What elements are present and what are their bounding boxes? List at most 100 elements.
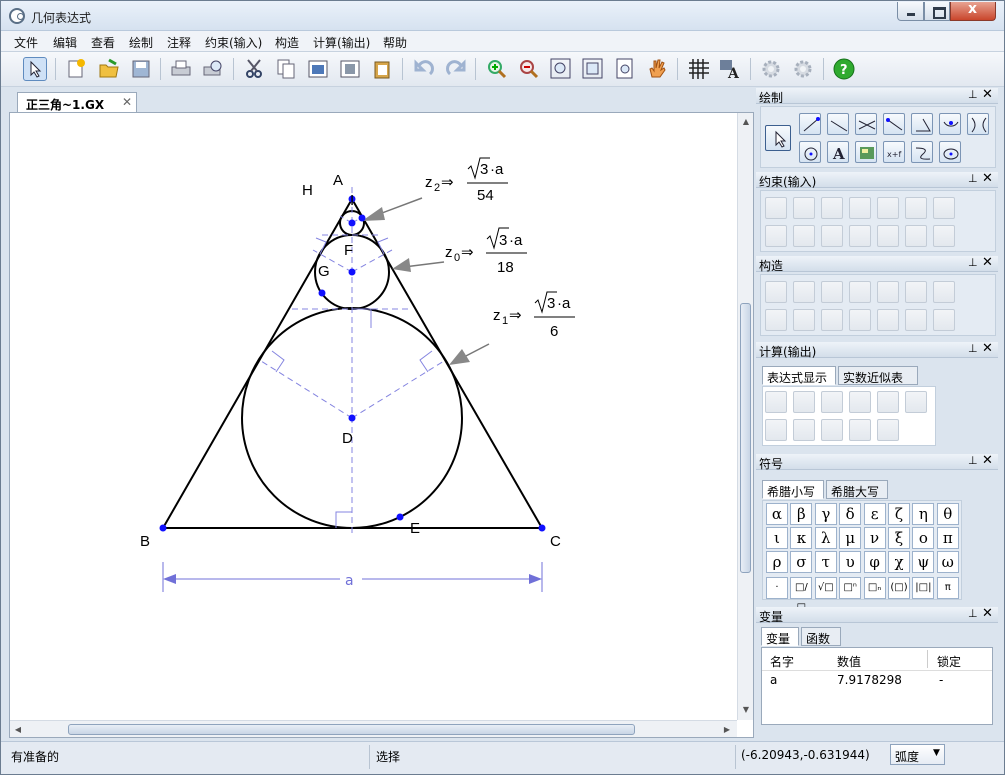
- greek-letter-button[interactable]: χ: [888, 551, 910, 573]
- zoom-fit-button[interactable]: [581, 57, 605, 81]
- menu-construct[interactable]: 构造: [275, 34, 299, 51]
- panel-close-icon[interactable]: ✕: [982, 171, 993, 186]
- zoom-in-button[interactable]: [485, 57, 509, 81]
- maximize-button[interactable]: [924, 2, 950, 21]
- draw-text-button[interactable]: A: [827, 141, 849, 163]
- tab-expression[interactable]: 表达式显示: [762, 366, 836, 385]
- constrain-tool-5[interactable]: [877, 197, 899, 219]
- vertical-scrollbar[interactable]: ▲ ▼: [737, 113, 753, 720]
- greek-letter-button[interactable]: ξ: [888, 527, 910, 549]
- paste-button[interactable]: [370, 57, 394, 81]
- draw-image-button[interactable]: [855, 141, 877, 163]
- construct-tool-13[interactable]: [905, 309, 927, 331]
- greek-letter-button[interactable]: ζ: [888, 503, 910, 525]
- panel-close-icon[interactable]: ✕: [982, 87, 993, 102]
- construct-tool-9[interactable]: [793, 309, 815, 331]
- construct-tool-2[interactable]: [793, 281, 815, 303]
- constrain-tool-3[interactable]: [821, 197, 843, 219]
- calc-tool-4[interactable]: [849, 391, 871, 413]
- greek-letter-button[interactable]: θ: [936, 503, 959, 525]
- zoom-page-button[interactable]: [613, 57, 637, 81]
- close-window-button[interactable]: x: [950, 1, 996, 21]
- greek-letter-button[interactable]: φ: [863, 551, 886, 573]
- constrain-tool-8[interactable]: [765, 225, 787, 247]
- menu-annotate[interactable]: 注释: [167, 34, 191, 51]
- draw-ray-button[interactable]: [855, 113, 877, 135]
- open-file-button[interactable]: [97, 57, 121, 81]
- draw-point-button[interactable]: [799, 113, 821, 135]
- constrain-tool-1[interactable]: [765, 197, 787, 219]
- greek-letter-button[interactable]: η: [912, 503, 935, 525]
- pin-icon[interactable]: ⊥: [968, 454, 978, 467]
- construct-tool-4[interactable]: [849, 281, 871, 303]
- greek-letter-button[interactable]: υ: [839, 551, 862, 573]
- construct-tool-3[interactable]: [821, 281, 843, 303]
- construct-tool-5[interactable]: [877, 281, 899, 303]
- menu-file[interactable]: 文件: [14, 34, 38, 51]
- construct-tool-1[interactable]: [765, 281, 787, 303]
- draw-arc-button[interactable]: [939, 113, 961, 135]
- new-file-button[interactable]: [64, 57, 88, 81]
- zoom-out-button[interactable]: [517, 57, 541, 81]
- save-button[interactable]: [129, 57, 153, 81]
- greek-letter-button[interactable]: λ: [814, 527, 837, 549]
- options-button[interactable]: [791, 57, 815, 81]
- scroll-down-icon[interactable]: ▼: [741, 705, 751, 715]
- copy-special-button[interactable]: [338, 57, 362, 81]
- math-operator-button[interactable]: |□|: [912, 577, 935, 599]
- calc-tool-10[interactable]: [849, 419, 871, 441]
- calc-tool-7[interactable]: [765, 419, 787, 441]
- constrain-tool-12[interactable]: [877, 225, 899, 247]
- math-operator-button[interactable]: □/□: [790, 577, 813, 613]
- redo-button[interactable]: [444, 57, 468, 81]
- cut-button[interactable]: [243, 57, 267, 81]
- greek-letter-button[interactable]: μ: [839, 527, 862, 549]
- pan-button[interactable]: [645, 57, 669, 81]
- constrain-tool-9[interactable]: [793, 225, 815, 247]
- calc-tool-2[interactable]: [793, 391, 815, 413]
- tab-functions[interactable]: 函数: [801, 627, 841, 646]
- greek-letter-button[interactable]: ε: [863, 503, 886, 525]
- construct-tool-6[interactable]: [905, 281, 927, 303]
- document-tab[interactable]: 正三角~1.GX ✕: [17, 92, 137, 113]
- calc-tool-1[interactable]: [765, 391, 787, 413]
- constrain-tool-4[interactable]: [849, 197, 871, 219]
- draw-circle-button[interactable]: [799, 141, 821, 163]
- menu-constrain[interactable]: 约束(输入): [205, 34, 262, 51]
- constrain-tool-7[interactable]: [933, 197, 955, 219]
- formula-z2[interactable]: z 2 ⇒ 3 ·a 54: [425, 157, 508, 204]
- panel-close-icon[interactable]: ✕: [982, 341, 993, 356]
- draw-curve-button[interactable]: [967, 113, 989, 135]
- draw-ellipse-button[interactable]: [939, 141, 961, 163]
- greek-letter-button[interactable]: π: [936, 527, 959, 549]
- calc-tool-11[interactable]: [877, 419, 899, 441]
- greek-letter-button[interactable]: β: [790, 503, 813, 525]
- angle-unit-select[interactable]: 弧度 ▼: [890, 744, 945, 765]
- greek-letter-button[interactable]: ι: [766, 527, 788, 549]
- minimize-button[interactable]: [897, 2, 924, 21]
- math-operator-button[interactable]: (□): [888, 577, 910, 599]
- greek-letter-button[interactable]: ρ: [766, 551, 788, 573]
- draw-locus-button[interactable]: [911, 141, 933, 163]
- menu-draw[interactable]: 绘制: [129, 34, 153, 51]
- pin-icon[interactable]: ⊥: [968, 607, 978, 620]
- constrain-tool-14[interactable]: [933, 225, 955, 247]
- variable-locked[interactable]: -: [939, 673, 943, 687]
- math-operator-button[interactable]: □ⁿ: [839, 577, 862, 599]
- calc-tool-8[interactable]: [793, 419, 815, 441]
- variable-list[interactable]: 名字 数值 锁定 a 7.9178298 -: [761, 647, 993, 725]
- pin-icon[interactable]: ⊥: [968, 172, 978, 185]
- panel-close-icon[interactable]: ✕: [982, 606, 993, 621]
- column-header-name[interactable]: 名字: [770, 653, 794, 670]
- panel-close-icon[interactable]: ✕: [982, 255, 993, 270]
- constrain-tool-11[interactable]: [849, 225, 871, 247]
- variable-name[interactable]: a: [770, 673, 777, 687]
- greek-letter-button[interactable]: κ: [790, 527, 813, 549]
- copy-button[interactable]: [274, 57, 298, 81]
- formula-z0[interactable]: z 0 ⇒ 3 ·a 18: [445, 227, 527, 276]
- construct-tool-8[interactable]: [765, 309, 787, 331]
- grid-toggle-button[interactable]: [687, 57, 711, 81]
- variable-value[interactable]: 7.9178298: [837, 673, 902, 687]
- constrain-tool-10[interactable]: [821, 225, 843, 247]
- greek-letter-button[interactable]: ν: [863, 527, 886, 549]
